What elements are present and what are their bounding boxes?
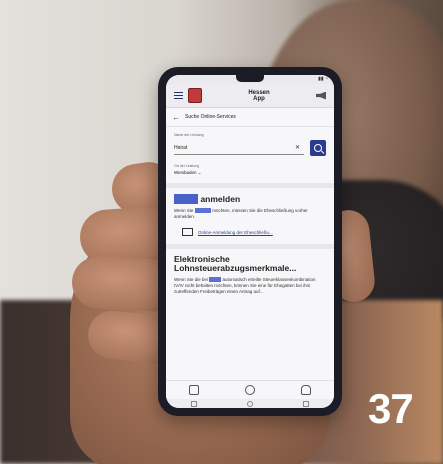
system-nav-bar: [166, 399, 334, 408]
search-input[interactable]: Heirat ✕: [174, 142, 304, 155]
search-row: Heirat ✕: [174, 140, 326, 156]
hessen-crest-icon: [188, 88, 202, 103]
search-button[interactable]: [310, 140, 326, 156]
chevron-down-icon: ⌄: [197, 170, 202, 175]
recent-apps-icon[interactable]: [191, 400, 197, 407]
result-title-1: Heirat anmelden: [174, 194, 326, 204]
result-title-rest: anmelden: [198, 194, 241, 204]
bottom-nav: [166, 380, 334, 399]
back-arrow-icon[interactable]: ←: [172, 113, 180, 122]
status-bar: ▮▮ ◔: [166, 75, 334, 84]
monitor-icon: [182, 228, 193, 236]
highlight: Heirat: [174, 194, 199, 204]
divider: [166, 244, 334, 249]
online-link[interactable]: Online-Anmeldung der Eheschließu...: [198, 230, 273, 235]
location-label: Ort der Leistung: [174, 164, 200, 168]
highlight: Heirat: [209, 277, 222, 282]
app-title: Hessen App: [202, 90, 316, 102]
status-icons: ▮▮ ◔: [318, 76, 328, 82]
clear-icon[interactable]: ✕: [295, 142, 300, 154]
search-icon: [314, 144, 322, 152]
location-row[interactable]: Ort der Leistung Wiesbaden ⌄: [174, 164, 326, 176]
result-text-1: Wenn Sie heiraten möchten, müssen Sie di…: [174, 208, 326, 220]
app-header: Hessen App: [166, 84, 334, 108]
smartphone: ▮▮ ◔ Hessen App ← Suche Online-Services …: [158, 67, 342, 416]
search-label: Name der Leistung: [174, 133, 204, 137]
menu-icon[interactable]: [174, 92, 183, 99]
text-part: Wenn Sie: [174, 208, 195, 213]
text-part: Wenn Sie die bei: [174, 277, 210, 282]
photo-background: ▮▮ ◔ Hessen App ← Suche Online-Services …: [0, 0, 443, 464]
result-text-2: Wenn Sie die bei Heirat automatisch erte…: [174, 277, 326, 295]
home-icon[interactable]: [247, 400, 253, 407]
back-icon[interactable]: [303, 400, 309, 407]
app-title-line2: App: [253, 95, 265, 102]
result-card-2[interactable]: Elektronische Lohnsteuerabzugsmerkmale..…: [166, 255, 334, 301]
phone-screen: ▮▮ ◔ Hessen App ← Suche Online-Services …: [166, 75, 334, 408]
highlight: heiraten: [194, 208, 211, 213]
result-link-row[interactable]: Online-Anmeldung der Eheschließu...: [174, 228, 326, 236]
camera-notch: [236, 75, 264, 82]
result-card-1[interactable]: Heirat anmelden Wenn Sie heiraten möchte…: [166, 188, 334, 242]
megaphone-icon[interactable]: [316, 91, 326, 100]
result-title-2: Elektronische Lohnsteuerabzugsmerkmale..…: [174, 254, 297, 273]
search-section: Name der Leistung Heirat ✕ Ort der Leist…: [166, 127, 334, 176]
nav-title: Suche Online-Services: [185, 114, 236, 120]
hand-tab-icon[interactable]: [301, 385, 311, 395]
location-value: Wiesbaden: [174, 170, 197, 175]
page-number: 37: [368, 385, 414, 432]
people-tab-icon[interactable]: [245, 385, 255, 395]
services-tab-icon[interactable]: [189, 385, 199, 395]
nav-bar: ← Suche Online-Services: [166, 108, 334, 127]
search-value: Heirat: [174, 144, 188, 151]
